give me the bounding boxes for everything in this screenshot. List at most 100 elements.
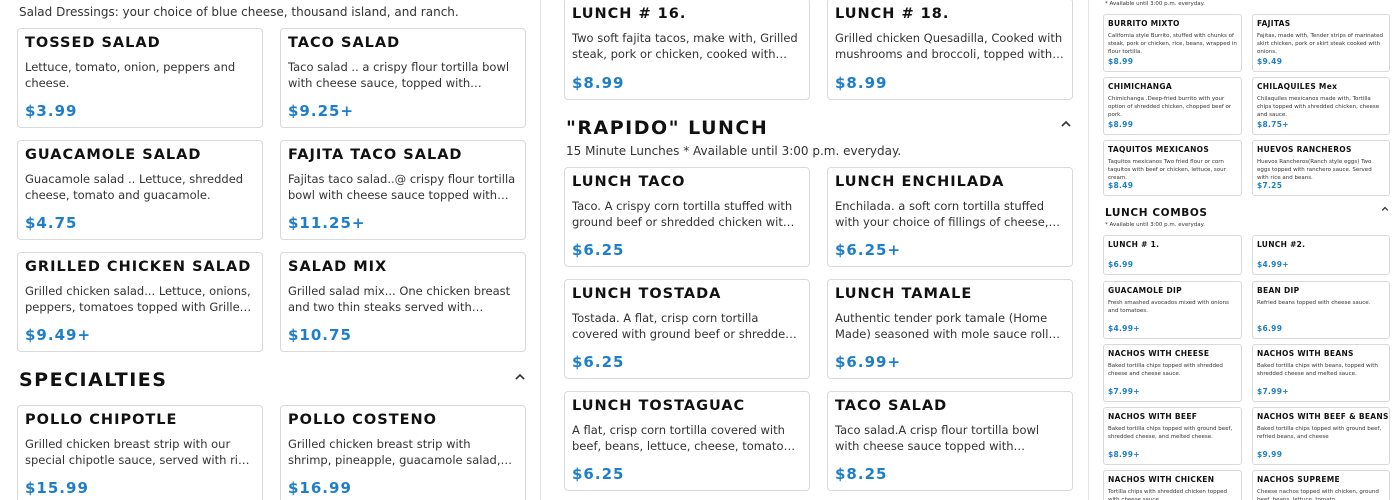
menu-item-card[interactable]: NACHOS WITH BEEF Baked tortilla chips to… — [1103, 407, 1242, 465]
item-title: LUNCH TOSTAGUAC — [572, 398, 746, 414]
item-description: Tortilla chips with shredded chicken top… — [1108, 489, 1227, 500]
item-title: NACHOS WITH BEEF — [1108, 412, 1198, 421]
item-description: California style Burrito, stuffed with c… — [1108, 33, 1237, 55]
item-price: $6.99 — [1257, 324, 1283, 333]
menu-item-card[interactable]: FAJITAS Fajitas, made with, Tender strip… — [1252, 14, 1390, 72]
menu-item-card[interactable]: NACHOS WITH CHEESE Baked tortilla chips … — [1103, 344, 1242, 402]
item-description: Lettuce, tomato, onion, peppers and chee… — [25, 60, 236, 90]
item-description: Baked tortilla chips with beans, topped … — [1257, 363, 1378, 377]
menu-item-card[interactable]: LUNCH # 16. Two soft fajita tacos, make … — [564, 0, 810, 100]
item-description: Taquitos mexicanos Two fried flour or co… — [1108, 159, 1226, 181]
menu-item-card[interactable]: BEAN DIP Refried beans topped with chees… — [1252, 281, 1390, 339]
section-heading-lunch-combos: LUNCH COMBOS — [1105, 207, 1208, 219]
section-subtext: * Available until 3:00 p.m. everyday. — [1105, 222, 1205, 228]
item-title: TACO SALAD — [288, 35, 401, 51]
item-price: $4.99+ — [1257, 260, 1289, 269]
item-price: $9.49 — [1257, 57, 1283, 66]
item-description: Fresh smashed avocados mixed with onions… — [1108, 300, 1229, 314]
item-price: $4.99+ — [1108, 324, 1140, 333]
item-price: $6.99+ — [835, 353, 902, 371]
item-price: $8.99 — [572, 74, 625, 92]
item-description: Grilled salad mix... One chicken breast … — [288, 284, 511, 314]
item-price: $8.25 — [835, 465, 888, 483]
item-description: Chimichanga .Deep-fried burrito with you… — [1108, 96, 1232, 118]
item-price: $8.99 — [1108, 120, 1134, 129]
menu-item-card[interactable]: LUNCH #2. $4.99+ — [1252, 235, 1390, 275]
item-price: $6.25 — [572, 465, 625, 483]
item-title: FAJITA TACO SALAD — [288, 147, 463, 163]
item-description: Tostada. A flat, crisp corn tortilla cov… — [572, 311, 793, 341]
item-description: Fajitas taco salad..@ crispy flour torti… — [288, 172, 516, 202]
menu-item-card[interactable]: GUACAMOLE SALAD Guacamole salad .. Lettu… — [17, 140, 263, 240]
menu-item-card[interactable]: HUEVOS RANCHEROS Huevos Rancheros(Ranch … — [1252, 140, 1390, 196]
item-price: $6.25 — [572, 353, 625, 371]
item-title: GUACAMOLE DIP — [1108, 286, 1182, 295]
menu-item-card[interactable]: TOSSED SALAD Lettuce, tomato, onion, pep… — [17, 28, 263, 128]
item-price: $8.99 — [835, 74, 888, 92]
item-description: Authentic tender pork tamale (Home Made)… — [835, 311, 1063, 341]
menu-item-card[interactable]: LUNCH # 18. Grilled chicken Quesadilla, … — [827, 0, 1073, 100]
menu-item-card[interactable]: LUNCH TOSTAGUAC A flat, crisp corn torti… — [564, 391, 810, 491]
section-subtext: 15 Minute Lunches * Available until 3:00… — [566, 144, 902, 158]
item-title: TAQUITOS MEXICANOS — [1108, 145, 1210, 154]
item-description: Baked tortilla chips topped with shredde… — [1108, 363, 1223, 377]
menu-item-card[interactable]: POLLO COSTENO Grilled chicken breast str… — [280, 405, 526, 500]
item-title: NACHOS WITH BEEF & BEANS — [1257, 412, 1389, 421]
item-title: LUNCH #2. — [1257, 240, 1306, 249]
item-price: $9.49+ — [25, 326, 92, 344]
item-price: $15.99 — [25, 479, 89, 497]
item-description: Cheese nachos topped with chicken, groun… — [1257, 489, 1379, 500]
availability-note: * Available until 3:00 p.m. everyday. — [1105, 1, 1205, 7]
menu-item-card[interactable]: NACHOS WITH BEEF & BEANS Baked tortilla … — [1252, 407, 1390, 465]
section-heading-rapido-lunch: "RAPIDO" LUNCH — [566, 117, 769, 139]
item-price: $6.99 — [1108, 260, 1134, 269]
menu-item-card[interactable]: LUNCH ENCHILADA Enchilada. a soft corn t… — [827, 167, 1073, 267]
menu-item-card[interactable]: TAQUITOS MEXICANOS Taquitos mexicanos Tw… — [1103, 140, 1242, 196]
item-description: Fajitas, made with, Tender strips of mar… — [1257, 33, 1384, 55]
menu-item-card[interactable]: TACO SALAD Taco salad .. a crispy flour … — [280, 28, 526, 128]
menu-item-card[interactable]: LUNCH TOSTADA Tostada. A flat, crisp cor… — [564, 279, 810, 379]
item-description: Guacamole salad .. Lettuce, shredded che… — [25, 172, 244, 202]
item-description: Grilled chicken breast strip with shrimp… — [288, 437, 501, 467]
menu-item-card[interactable]: TACO SALAD Taco salad.A crisp flour tort… — [827, 391, 1073, 491]
chevron-up-icon[interactable] — [1380, 204, 1390, 214]
item-title: LUNCH # 16. — [572, 6, 687, 22]
menu-item-card[interactable]: BURRITO MIXTO California style Burrito, … — [1103, 14, 1242, 72]
menu-item-card[interactable]: LUNCH # 1. $6.99 — [1103, 235, 1242, 275]
menu-item-card[interactable]: NACHOS WITH BEANS Baked tortilla chips w… — [1252, 344, 1390, 402]
menu-item-card[interactable]: CHILAQUILES Mex Chilaquiles mexicanos ma… — [1252, 77, 1390, 135]
menu-item-card[interactable]: GUACAMOLE DIP Fresh smashed avocados mix… — [1103, 281, 1242, 339]
item-price: $11.25+ — [288, 214, 366, 232]
item-title: FAJITAS — [1257, 19, 1291, 28]
menu-item-card[interactable]: SALAD MIX Grilled salad mix... One chick… — [280, 252, 526, 352]
menu-item-card[interactable]: CHIMICHANGA Chimichanga .Deep-fried burr… — [1103, 77, 1242, 135]
item-description: Taco. A crispy corn tortilla stuffed wit… — [572, 199, 793, 229]
item-price: $7.99+ — [1257, 387, 1289, 396]
item-title: LUNCH # 1. — [1108, 240, 1160, 249]
item-title: NACHOS SUPREME — [1257, 475, 1340, 484]
item-title: NACHOS WITH BEANS — [1257, 349, 1354, 358]
item-title: TOSSED SALAD — [25, 35, 161, 51]
item-title: LUNCH TOSTADA — [572, 286, 722, 302]
item-title: TACO SALAD — [835, 398, 948, 414]
item-description: Taco salad .. a crispy flour tortilla bo… — [288, 60, 510, 90]
menu-item-card[interactable]: GRILLED CHICKEN SALAD Grilled chicken sa… — [17, 252, 263, 352]
item-price: $10.75 — [288, 326, 352, 344]
chevron-up-icon[interactable] — [513, 370, 527, 384]
item-description: Baked tortilla chips topped with ground … — [1108, 426, 1233, 440]
item-title: LUNCH TAMALE — [835, 286, 973, 302]
menu-item-card[interactable]: NACHOS SUPREME Cheese nachos topped with… — [1252, 470, 1390, 500]
menu-item-card[interactable]: FAJITA TACO SALAD Fajitas taco salad..@ … — [280, 140, 526, 240]
item-price: $8.99+ — [1108, 450, 1140, 459]
menu-column-salads: Salad Dressings: your choice of blue che… — [0, 0, 541, 500]
item-description: Refried beans topped with cheese sauce. — [1257, 300, 1371, 306]
menu-item-card[interactable]: NACHOS WITH CHICKEN Tortilla chips with … — [1103, 470, 1242, 500]
menu-item-card[interactable]: POLLO CHIPOTLE Grilled chicken breast st… — [17, 405, 263, 500]
item-price: $16.99 — [288, 479, 352, 497]
chevron-up-icon[interactable] — [1059, 117, 1073, 131]
item-description: Two soft fajita tacos, make with, Grille… — [572, 31, 798, 61]
item-title: POLLO COSTENO — [288, 412, 437, 428]
menu-item-card[interactable]: LUNCH TAMALE Authentic tender pork tamal… — [827, 279, 1073, 379]
menu-item-card[interactable]: LUNCH TACO Taco. A crispy corn tortilla … — [564, 167, 810, 267]
item-price: $4.75 — [25, 214, 78, 232]
